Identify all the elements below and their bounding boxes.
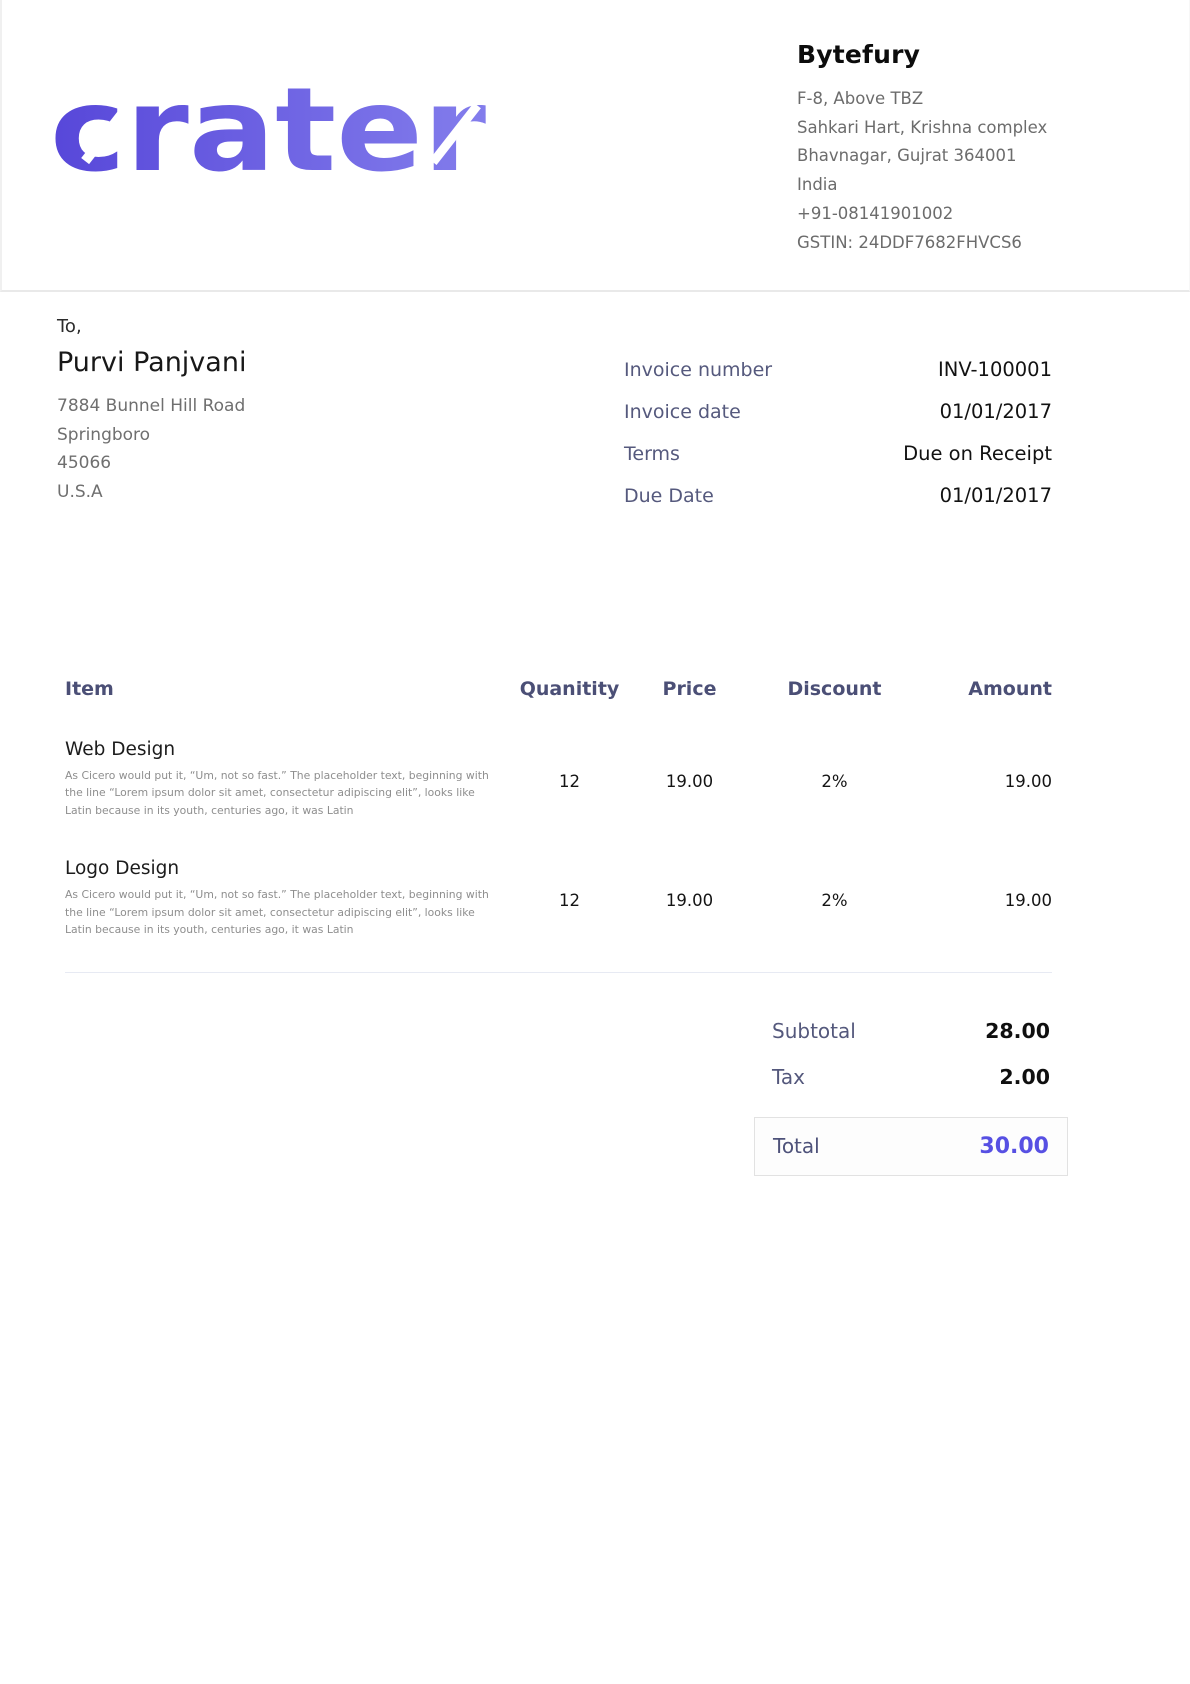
crater-logo-icon: crater (50, 70, 486, 192)
terms-value: Due on Receipt (903, 442, 1052, 465)
svg-text:crater: crater (50, 70, 486, 192)
total-box: Total 30.00 (754, 1117, 1068, 1176)
company-address-line: Bhavnagar, Gujrat 364001 (797, 142, 1129, 171)
tax-value: 2.00 (999, 1065, 1050, 1089)
terms-row: Terms Due on Receipt (624, 442, 1052, 465)
bill-to-block: To, Purvi Panjvani 7884 Bunnel Hill Road… (57, 316, 246, 526)
billing-section: To, Purvi Panjvani 7884 Bunnel Hill Road… (0, 292, 1190, 526)
table-divider (65, 972, 1052, 973)
item-description: As Cicero would put it, “Um, not so fast… (65, 767, 493, 819)
company-phone: +91-08141901002 (797, 200, 1129, 229)
invoice-number-value: INV-100001 (938, 358, 1052, 381)
invoice-date-label: Invoice date (624, 401, 741, 423)
invoice-number-row: Invoice number INV-100001 (624, 358, 1052, 381)
item-price: 19.00 (627, 854, 752, 910)
item-price: 19.00 (627, 735, 752, 791)
item-name: Logo Design (65, 858, 512, 879)
invoice-page: crater Bytefury F-8, Above TBZ Sahkari H… (0, 0, 1190, 1684)
invoice-header: crater Bytefury F-8, Above TBZ Sahkari H… (0, 0, 1190, 292)
item-discount: 2% (752, 735, 917, 791)
customer-address-line: 45066 (57, 449, 246, 478)
bill-to-label: To, (57, 316, 246, 337)
invoice-date-value: 01/01/2017 (940, 400, 1052, 423)
company-name: Bytefury (797, 40, 1129, 69)
company-address-line: Sahkari Hart, Krishna complex (797, 114, 1129, 143)
subtotal-label: Subtotal (772, 1019, 856, 1043)
item-cell: Web Design As Cicero would put it, “Um, … (65, 735, 512, 819)
tax-row: Tax 2.00 (754, 1065, 1068, 1089)
item-amount: 19.00 (917, 854, 1052, 910)
company-address-line: F-8, Above TBZ (797, 85, 1129, 114)
invoice-meta: Invoice number INV-100001 Invoice date 0… (624, 358, 1052, 526)
item-description: As Cicero would put it, “Um, not so fast… (65, 886, 493, 938)
crater-logo: crater (50, 70, 486, 290)
customer-address-line: U.S.A (57, 478, 246, 507)
table-row: Web Design As Cicero would put it, “Um, … (65, 735, 1052, 819)
total-label: Total (773, 1134, 820, 1158)
customer-address-line: Springboro (57, 421, 246, 450)
subtotal-row: Subtotal 28.00 (754, 1019, 1068, 1043)
company-address-line: India (797, 171, 1129, 200)
due-date-value: 01/01/2017 (940, 484, 1052, 507)
due-date-row: Due Date 01/01/2017 (624, 484, 1052, 507)
item-quantity: 12 (512, 854, 627, 910)
header-amount: Amount (917, 678, 1052, 700)
item-amount: 19.00 (917, 735, 1052, 791)
customer-name: Purvi Panjvani (57, 347, 246, 378)
due-date-label: Due Date (624, 485, 714, 507)
items-table-header: Item Quanitity Price Discount Amount (65, 678, 1052, 700)
table-row: Logo Design As Cicero would put it, “Um,… (65, 854, 1052, 938)
header-discount: Discount (752, 678, 917, 700)
totals-section: Subtotal 28.00 Tax 2.00 Total 30.00 (754, 1019, 1068, 1176)
item-quantity: 12 (512, 735, 627, 791)
item-cell: Logo Design As Cicero would put it, “Um,… (65, 854, 512, 938)
tax-label: Tax (772, 1065, 805, 1089)
subtotal-value: 28.00 (985, 1019, 1050, 1043)
company-gstin: GSTIN: 24DDF7682FHVCS6 (797, 229, 1129, 258)
total-value: 30.00 (979, 1134, 1049, 1159)
terms-label: Terms (624, 443, 680, 465)
item-discount: 2% (752, 854, 917, 910)
header-item: Item (65, 678, 512, 700)
customer-address-line: 7884 Bunnel Hill Road (57, 392, 246, 421)
invoice-number-label: Invoice number (624, 359, 772, 381)
company-block: Bytefury F-8, Above TBZ Sahkari Hart, Kr… (797, 36, 1129, 290)
header-price: Price (627, 678, 752, 700)
item-name: Web Design (65, 739, 512, 760)
items-table: Item Quanitity Price Discount Amount Web… (65, 678, 1052, 939)
header-quantity: Quanitity (512, 678, 627, 700)
invoice-date-row: Invoice date 01/01/2017 (624, 400, 1052, 423)
